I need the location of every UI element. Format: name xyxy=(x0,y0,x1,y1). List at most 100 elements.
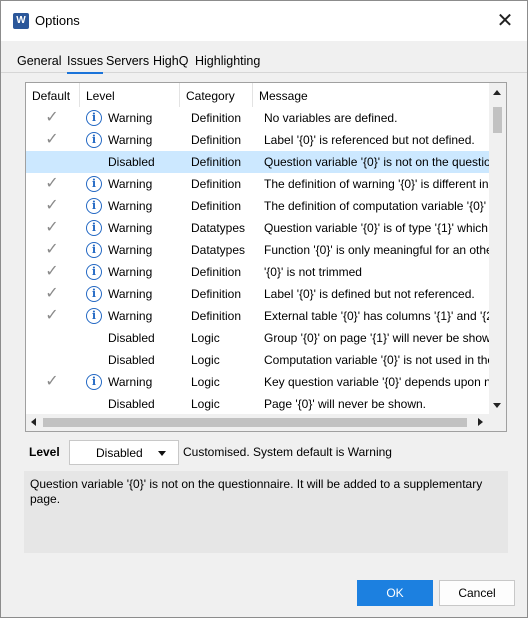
tab-highlighting[interactable]: Highlighting xyxy=(195,53,260,72)
default-check-icon: ✓ xyxy=(45,307,59,324)
table-row[interactable]: ✓ i Warning Definition No variables are defi… xyxy=(26,107,490,129)
tab-strip: General Issues Servers HighQ Highlightin… xyxy=(1,49,527,74)
default-check-icon: ✓ xyxy=(45,285,59,302)
category-cell: Definition xyxy=(191,111,242,125)
message-cell: External table '{0}' has columns '{1}' a… xyxy=(264,309,490,323)
level-cell: Disabled xyxy=(108,155,155,169)
message-cell: '{0}' is not trimmed xyxy=(264,265,362,279)
default-check-icon: ✓ xyxy=(45,109,59,126)
category-cell: Datatypes xyxy=(191,243,246,257)
category-cell: Datatypes xyxy=(191,221,246,235)
info-icon: i xyxy=(86,374,102,390)
level-cell: Warning xyxy=(108,265,153,279)
category-cell: Definition xyxy=(191,265,242,279)
default-check-icon: ✓ xyxy=(45,197,59,214)
tab-general[interactable]: General xyxy=(17,53,61,72)
category-cell: Definition xyxy=(191,287,242,301)
chevron-down-icon xyxy=(158,451,166,456)
category-cell: Logic xyxy=(191,331,220,345)
table-row[interactable]: ✓ i Warning Datatypes Question variable '{0}… xyxy=(26,217,490,239)
column-header-default[interactable]: Default xyxy=(26,83,80,107)
table-row[interactable]: Disabled Logic Page '{0}' will never be sh… xyxy=(26,393,490,415)
column-header-level[interactable]: Level xyxy=(80,83,180,107)
vertical-scrollbar[interactable] xyxy=(489,83,506,416)
message-cell: The definition of computation variable '… xyxy=(264,199,487,213)
level-cell: Warning xyxy=(108,287,153,301)
horizontal-scrollbar[interactable] xyxy=(26,414,506,431)
default-check-icon: ✓ xyxy=(45,263,59,280)
table-row[interactable]: ✓ i Warning Definition The definition of com… xyxy=(26,195,490,217)
info-icon: i xyxy=(86,132,102,148)
category-cell: Definition xyxy=(191,155,242,169)
category-cell: Definition xyxy=(191,199,242,213)
scroll-left-arrow-icon[interactable] xyxy=(31,418,36,426)
level-note: Customised. System default is Warning xyxy=(183,445,392,459)
level-cell: Warning xyxy=(108,199,153,213)
message-cell: Question variable '{0}' is of type '{1}'… xyxy=(264,221,488,235)
title-bar: W Options ✕ xyxy=(1,1,527,41)
category-cell: Definition xyxy=(191,177,242,191)
horizontal-scroll-thumb[interactable] xyxy=(43,418,467,427)
table-row[interactable]: Disabled Definition Question variable '{0}… xyxy=(26,151,490,173)
default-check-icon: ✓ xyxy=(45,175,59,192)
message-cell: Group '{0}' on page '{1}' will never be … xyxy=(264,331,490,345)
table-row[interactable]: Disabled Logic Computation variable '{0}' … xyxy=(26,349,490,371)
scroll-right-arrow-icon[interactable] xyxy=(478,418,483,426)
info-icon: i xyxy=(86,176,102,192)
level-cell: Warning xyxy=(108,309,153,323)
message-cell: The definition of warning '{0}' is diffe… xyxy=(264,177,489,191)
level-cell: Disabled xyxy=(108,397,155,411)
level-cell: Warning xyxy=(108,133,153,147)
word-app-icon: W xyxy=(13,13,29,29)
table-row[interactable]: ✓ i Warning Datatypes Function '{0}' is only… xyxy=(26,239,490,261)
scroll-down-arrow-icon[interactable] xyxy=(493,403,501,408)
level-cell: Warning xyxy=(108,243,153,257)
scroll-up-arrow-icon[interactable] xyxy=(493,90,501,95)
level-label: Level xyxy=(29,445,60,459)
table-row[interactable]: ✓ i Warning Definition Label '{0}' is define… xyxy=(26,283,490,305)
table-row[interactable]: ✓ i Warning Definition Label '{0}' is refere… xyxy=(26,129,490,151)
message-cell: Label '{0}' is defined but not reference… xyxy=(264,287,475,301)
cancel-button[interactable]: Cancel xyxy=(439,580,515,606)
message-cell: Function '{0}' is only meaningful for an… xyxy=(264,243,490,257)
info-icon: i xyxy=(86,220,102,236)
level-cell: Warning xyxy=(108,221,153,235)
grid-rows: ✓ i Warning Definition No variables are defi… xyxy=(26,107,490,417)
table-row[interactable]: ✓ i Warning Definition '{0}' is not trimmed xyxy=(26,261,490,283)
info-icon: i xyxy=(86,286,102,302)
ok-button[interactable]: OK xyxy=(357,580,433,606)
tab-highq[interactable]: HighQ xyxy=(153,53,188,72)
level-dropdown[interactable]: Disabled xyxy=(69,440,179,465)
message-cell: Computation variable '{0}' is not used i… xyxy=(264,353,490,367)
info-icon: i xyxy=(86,110,102,126)
tab-servers[interactable]: Servers xyxy=(106,53,149,72)
tab-issues[interactable]: Issues xyxy=(67,53,104,74)
message-cell: Key question variable '{0}' depends upon… xyxy=(264,375,490,389)
default-check-icon xyxy=(40,349,64,371)
level-dropdown-value: Disabled xyxy=(96,446,143,460)
issues-grid[interactable]: Default Level Category Message ✓ i Warning… xyxy=(25,82,507,432)
table-row[interactable]: Disabled Logic Group '{0}' on page '{1}' w… xyxy=(26,327,490,349)
table-row[interactable]: ✓ i Warning Definition External table '{0}' … xyxy=(26,305,490,327)
info-icon: i xyxy=(86,308,102,324)
category-cell: Definition xyxy=(191,309,242,323)
table-row[interactable]: ✓ i Warning Logic Key question variable '{0}… xyxy=(26,371,490,393)
column-header-category[interactable]: Category xyxy=(180,83,253,107)
category-cell: Logic xyxy=(191,353,220,367)
window-title: Options xyxy=(35,13,80,28)
close-button[interactable]: ✕ xyxy=(491,7,519,35)
level-cell: Warning xyxy=(108,177,153,191)
table-row[interactable]: ✓ i Warning Definition The definition of war… xyxy=(26,173,490,195)
info-icon: i xyxy=(86,264,102,280)
default-check-icon: ✓ xyxy=(45,241,59,258)
info-icon: i xyxy=(86,198,102,214)
vertical-scroll-thumb[interactable] xyxy=(493,107,502,133)
default-check-icon: ✓ xyxy=(45,131,59,148)
level-cell: Warning xyxy=(108,111,153,125)
column-header-message[interactable]: Message xyxy=(253,83,490,107)
default-check-icon: ✓ xyxy=(45,219,59,236)
message-cell: Label '{0}' is referenced but not define… xyxy=(264,133,475,147)
level-cell: Warning xyxy=(108,375,153,389)
level-cell: Disabled xyxy=(108,331,155,345)
default-check-icon xyxy=(40,393,64,415)
